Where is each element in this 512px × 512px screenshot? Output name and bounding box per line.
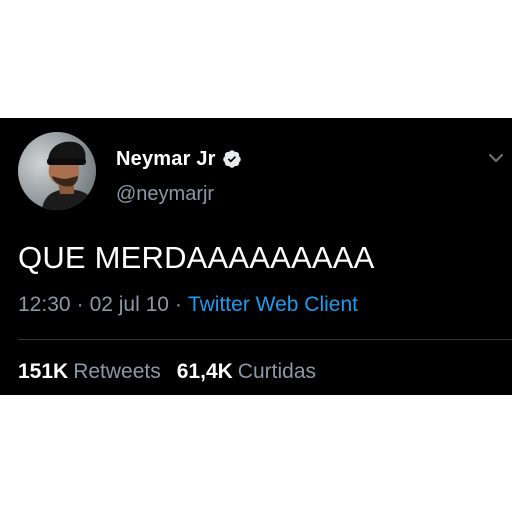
retweets-label: Retweets [73, 360, 161, 383]
likes-stat[interactable]: 61,4K Curtidas [177, 360, 316, 383]
retweets-stat[interactable]: 151K Retweets [18, 360, 161, 383]
author-name-row: Neymar Jr [116, 146, 242, 172]
meta-separator: · [174, 293, 182, 316]
meta-separator: · [76, 293, 84, 316]
avatar-image [18, 132, 96, 210]
tweet-text: QUE MERDAAAAAAAAA [18, 240, 375, 275]
likes-count: 61,4K [176, 360, 233, 383]
likes-label: Curtidas [237, 360, 316, 383]
tweet-stats: 151K Retweets 61,4K Curtidas [18, 360, 316, 384]
divider [18, 339, 512, 340]
tweet-time: 12:30 [18, 293, 71, 316]
author-handle[interactable]: @neymarjr [116, 183, 214, 206]
tweet-client-link[interactable]: Twitter Web Client [188, 293, 358, 316]
verified-badge-icon [222, 150, 241, 168]
chevron-down-icon[interactable] [487, 151, 505, 165]
tweet-metadata: 12:30 · 02 jul 10 · Twitter Web Client [18, 293, 358, 317]
tweet-date[interactable]: 02 jul 10 [90, 293, 169, 316]
retweets-count: 151K [18, 360, 69, 383]
tweet-card: Neymar Jr @neymarjr QUE MERDAAAAAAAAA 12… [0, 118, 512, 395]
display-name[interactable]: Neymar Jr [116, 148, 216, 171]
avatar[interactable] [18, 132, 96, 210]
